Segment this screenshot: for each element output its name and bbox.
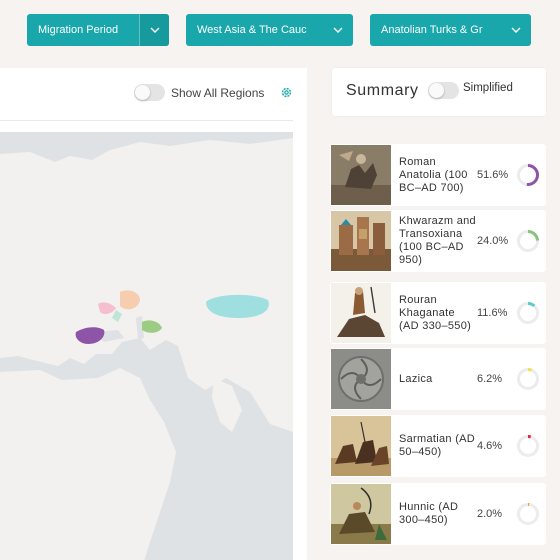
summary-header: Summary Simplified bbox=[332, 68, 546, 116]
chevron-down-icon[interactable] bbox=[501, 14, 531, 46]
region-dropdown[interactable]: West Asia & The Cauc bbox=[186, 14, 353, 46]
row-name: Khwarazm and Transoxiana (100 BC–AD 950) bbox=[399, 215, 476, 266]
percent-donut bbox=[517, 302, 539, 324]
row-name: Roman Anatolia (100 BC–AD 700) bbox=[399, 155, 468, 194]
list-item[interactable]: Sarmatian (AD 50–450) 4.6% bbox=[330, 415, 546, 477]
thumbnail-image bbox=[331, 283, 391, 343]
percent-donut bbox=[517, 164, 539, 186]
population-dropdown[interactable]: Anatolian Turks & Gr bbox=[370, 14, 531, 46]
donut-track bbox=[517, 368, 539, 390]
region-dropdown-label: West Asia & The Cauc bbox=[197, 24, 307, 36]
show-all-regions-control[interactable]: Show All Regions bbox=[134, 84, 264, 101]
thumbnail-image bbox=[331, 416, 391, 476]
row-percent: 2.0% bbox=[477, 508, 503, 520]
row-percent: 6.2% bbox=[477, 373, 503, 385]
percent-donut bbox=[517, 368, 539, 390]
percent-donut bbox=[517, 503, 539, 525]
list-item[interactable]: Hunnic (AD 300–450) 2.0% bbox=[330, 483, 546, 545]
show-all-regions-label: Show All Regions bbox=[171, 85, 265, 100]
gear-icon[interactable] bbox=[280, 86, 293, 99]
show-all-regions-toggle[interactable] bbox=[134, 84, 165, 101]
percent-donut bbox=[517, 435, 539, 457]
row-percent: 4.6% bbox=[477, 440, 503, 452]
list-item[interactable]: Lazica 6.2% bbox=[330, 348, 546, 410]
map-panel: Show All Regions bbox=[0, 68, 307, 560]
thumbnail-image bbox=[331, 484, 391, 544]
row-percent: 51.6% bbox=[477, 169, 509, 181]
row-name: Sarmatian (AD 50–450) bbox=[399, 433, 476, 458]
row-percent: 24.0% bbox=[477, 235, 509, 247]
list-item[interactable]: Khwarazm and Transoxiana (100 BC–AD 950)… bbox=[330, 210, 546, 272]
percent-donut bbox=[517, 230, 539, 252]
period-dropdown[interactable]: Migration Period bbox=[27, 14, 169, 46]
thumbnail-image bbox=[331, 211, 391, 271]
summary-title: Summary bbox=[346, 82, 419, 99]
list-item[interactable]: Rouran Khaganate (AD 330–550) 11.6% bbox=[330, 282, 546, 344]
simplified-toggle[interactable] bbox=[428, 82, 459, 99]
thumbnail-image bbox=[331, 145, 391, 205]
chevron-down-icon[interactable] bbox=[139, 14, 169, 46]
row-percent: 11.6% bbox=[477, 307, 508, 319]
divider bbox=[0, 120, 293, 121]
donut-track bbox=[517, 302, 539, 324]
period-dropdown-label: Migration Period bbox=[38, 24, 119, 36]
row-name: Lazica bbox=[399, 372, 433, 385]
population-dropdown-label: Anatolian Turks & Gr bbox=[381, 24, 483, 36]
world-map[interactable] bbox=[0, 132, 293, 560]
simplified-label: Simplified bbox=[463, 82, 513, 94]
thumbnail-image bbox=[331, 349, 391, 409]
donut-track bbox=[517, 503, 539, 525]
chevron-down-icon[interactable] bbox=[323, 14, 353, 46]
donut-track bbox=[517, 435, 539, 457]
row-name: Rouran Khaganate (AD 330–550) bbox=[399, 293, 472, 332]
list-item[interactable]: Roman Anatolia (100 BC–AD 700) 51.6% bbox=[330, 144, 546, 206]
row-name: Hunnic (AD 300–450) bbox=[399, 501, 459, 526]
